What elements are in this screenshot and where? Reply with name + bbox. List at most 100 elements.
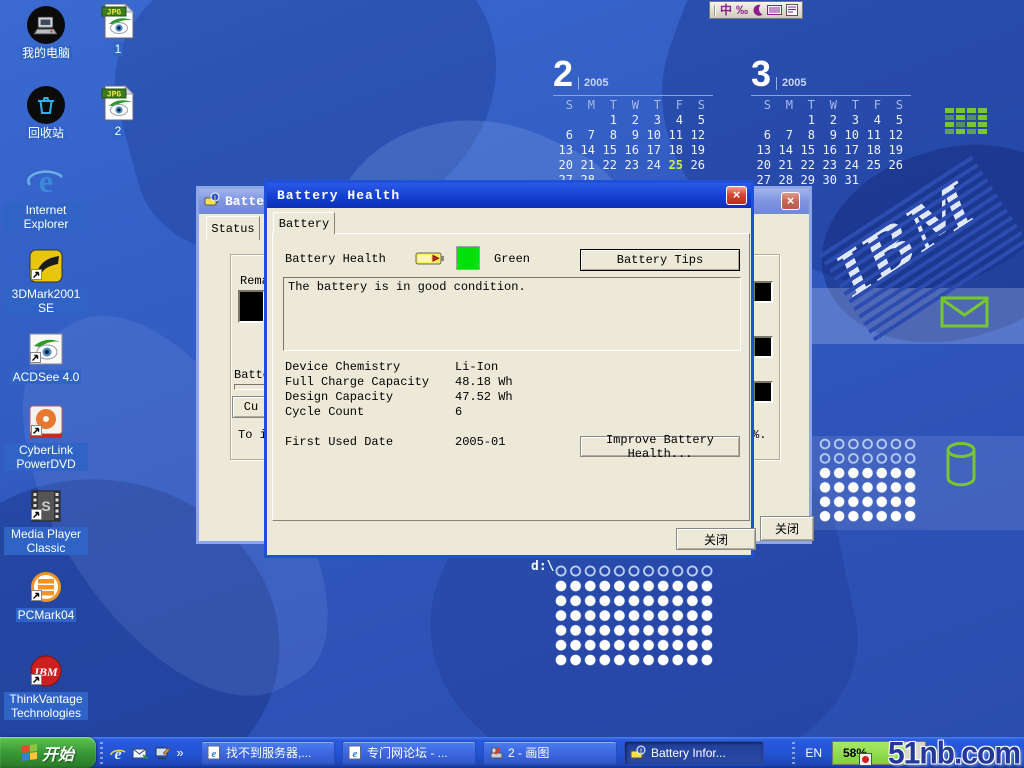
jpg-file-2-label: 2: [113, 124, 124, 138]
calendar-day: 8: [597, 128, 619, 143]
calendar-weekday: F: [861, 97, 883, 113]
calendar-day: 21: [773, 158, 795, 173]
first-used-label: First Used Date: [285, 435, 393, 449]
taskbar-task-3[interactable]: !Battery Infor...: [624, 741, 764, 765]
calendar-day: 11: [861, 128, 883, 143]
window-title: Batte: [225, 194, 264, 209]
taskbar-task-2[interactable]: 2 - 画图: [483, 741, 617, 765]
calendar-day: 12: [883, 128, 905, 143]
battery-tips-button[interactable]: Battery Tips: [580, 249, 740, 271]
calendar-day: 14: [575, 143, 597, 158]
ie-page-icon: e: [348, 745, 363, 760]
task-label: 2 - 画图: [508, 744, 549, 761]
calendar-day: 18: [861, 143, 883, 158]
thinkvantage-technologies[interactable]: IBMThinkVantage Technologies: [4, 652, 88, 720]
ime-punctuation-icon[interactable]: ‰: [736, 3, 748, 17]
pcmark04[interactable]: PCMark04: [4, 568, 88, 622]
close-window-button[interactable]: 关闭: [760, 516, 814, 541]
acdsee-40-label: ACDSee 4.0: [11, 370, 82, 384]
ime-chinese-mode-icon[interactable]: 中: [720, 3, 732, 17]
close-button[interactable]: [781, 192, 800, 210]
acdsee-40-icon: [28, 330, 64, 368]
media-player-classic-icon: S: [29, 487, 63, 525]
calendar-day: 17: [641, 143, 663, 158]
calendar-day: 5: [883, 113, 905, 128]
internet-explorer-icon: e: [27, 163, 65, 201]
calendar-day: 24: [839, 158, 861, 173]
calendar-day: 5: [685, 113, 707, 128]
jpg-file-2[interactable]: JPG 2: [90, 84, 146, 138]
calendar-day: 30: [817, 173, 839, 188]
task-label: 找不到服务器,...: [226, 744, 311, 761]
ime-fullwidth-moon-icon[interactable]: [752, 4, 763, 16]
calendar-day: 20: [553, 158, 575, 173]
tray-icon[interactable]: [859, 753, 872, 766]
3dmark2001-se[interactable]: 3DMark2001 SE: [4, 247, 88, 315]
thinkvantage-technologies-label: ThinkVantage Technologies: [4, 692, 88, 720]
calendar-day: 4: [663, 113, 685, 128]
calendar-day: 6: [553, 128, 575, 143]
start-label: 开始: [42, 741, 74, 765]
calendar-day: 26: [883, 158, 905, 173]
detail-label: Full Charge Capacity: [285, 375, 429, 389]
jpg-file-2-icon: JPG: [101, 84, 135, 122]
calendar-day: 20: [751, 158, 773, 173]
ime-pad-icon[interactable]: [786, 4, 798, 16]
start-button[interactable]: 开始: [0, 737, 96, 768]
calendar-day: 19: [883, 143, 905, 158]
detail-value: 48.18 Wh: [455, 375, 513, 389]
quicklaunch-overflow-chevron[interactable]: »: [173, 745, 187, 760]
calendar-day: 3: [839, 113, 861, 128]
taskbar-task-1[interactable]: e专门网论坛 - ...: [342, 741, 476, 765]
cyberlink-powerdvd[interactable]: CyberLink PowerDVD: [4, 403, 88, 471]
svg-text:e: e: [212, 748, 217, 760]
calendar-day: [575, 113, 597, 128]
tab-battery[interactable]: Battery: [273, 212, 335, 234]
pcmark04-label: PCMark04: [16, 608, 77, 622]
language-indicator[interactable]: EN: [805, 746, 822, 760]
taskbar-task-0[interactable]: e 找不到服务器,...: [201, 741, 335, 765]
svg-text:!: !: [214, 194, 216, 201]
calendar-year: 2005: [776, 77, 806, 90]
quicklaunch-outlook-express-icon[interactable]: [129, 742, 151, 764]
battery-health-titlebar[interactable]: Battery Health: [267, 183, 751, 208]
calendar-day: [773, 113, 795, 128]
svg-text:!: !: [640, 748, 642, 755]
calendar-day: 22: [795, 158, 817, 173]
internet-explorer[interactable]: eInternet Explorer: [4, 163, 88, 231]
close-button[interactable]: [726, 186, 747, 205]
calendar-day: 16: [817, 143, 839, 158]
svg-text:e: e: [114, 746, 121, 762]
calendar-2-2005: 22005SMTWTFS1234567891011121314151617181…: [553, 56, 713, 188]
windows-logo-icon: [22, 744, 37, 761]
ime-soft-keyboard-icon[interactable]: [767, 5, 782, 15]
detail-label: Cycle Count: [285, 405, 364, 419]
ie-page-icon: e: [207, 745, 222, 760]
calendar-day: 9: [619, 128, 641, 143]
svg-text:e: e: [353, 748, 358, 760]
my-computer-label: 我的电脑: [20, 46, 72, 60]
acdsee-40[interactable]: ACDSee 4.0: [4, 330, 88, 384]
condition-textbox[interactable]: The battery is in good condition.: [283, 277, 741, 351]
calendar-day: 6: [751, 128, 773, 143]
quicklaunch-show-desktop-icon[interactable]: [151, 742, 173, 764]
taskbar-separator: [100, 742, 103, 764]
recycle-bin[interactable]: 回收站: [4, 86, 88, 140]
calendar-weekday: S: [751, 97, 773, 113]
media-player-classic[interactable]: SMedia Player Classic: [4, 487, 88, 555]
battery-cell-indicator: [753, 381, 773, 403]
battery-health-dialog[interactable]: Battery Health Battery Battery Health Gr…: [264, 180, 754, 558]
my-computer[interactable]: 我的电脑: [4, 6, 88, 60]
health-status-square: [457, 247, 479, 269]
improve-battery-health-button[interactable]: Improve Battery Health...: [580, 436, 740, 457]
tab-status[interactable]: Status: [206, 216, 260, 240]
dialog-close-button[interactable]: 关闭: [676, 528, 756, 550]
ime-grip[interactable]: [714, 5, 716, 16]
calendar-grid: SMTWTFS123456789101112131415161718192021…: [553, 97, 707, 188]
calendar-day: 7: [773, 128, 795, 143]
quicklaunch-internet-explorer-icon[interactable]: e: [107, 742, 129, 764]
ime-language-bar[interactable]: 中 ‰: [709, 1, 803, 19]
calendar-weekday: F: [663, 97, 685, 113]
jpg-file-1[interactable]: JPG1: [90, 2, 146, 56]
pcmark04-icon: [29, 568, 63, 606]
